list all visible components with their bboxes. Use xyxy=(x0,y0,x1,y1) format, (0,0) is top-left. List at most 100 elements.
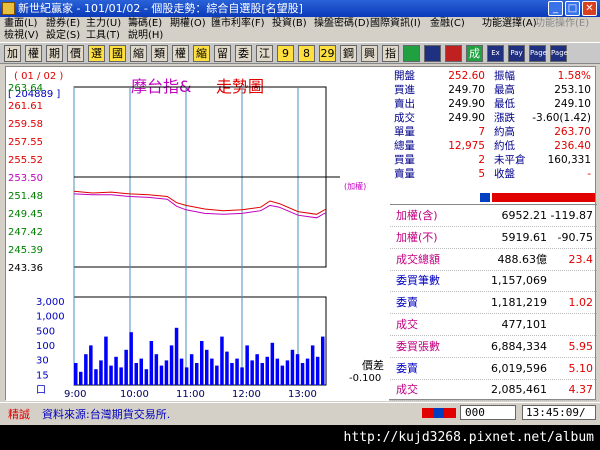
volume-bar xyxy=(270,342,275,385)
y-tick-label: 245.39 xyxy=(8,245,43,256)
volume-bar xyxy=(240,367,244,385)
volume-bar xyxy=(89,345,93,385)
window-title: 新世紀贏家 - 101/01/02 - 個股走勢：綜合自選股[名望股] xyxy=(18,2,303,15)
volume-bar xyxy=(250,360,254,385)
close-button[interactable]: ✕ xyxy=(582,1,597,16)
volume-bar xyxy=(195,363,199,385)
volume-bar xyxy=(285,360,290,385)
volume-bar xyxy=(124,349,128,385)
stat-value: 2,085,461 xyxy=(491,383,547,397)
x-tick-label: 10:00 xyxy=(120,389,149,400)
volume-bar xyxy=(225,351,229,385)
quote-value: 12,975 xyxy=(448,140,485,152)
toolbar-button[interactable] xyxy=(445,45,462,62)
clock: 13:45:09/ xyxy=(522,405,596,420)
menu-item[interactable]: 證券(E) xyxy=(46,18,80,30)
toolbar-button[interactable] xyxy=(403,45,420,62)
toolbar-button[interactable]: 江 xyxy=(256,45,273,62)
menu-item[interactable]: 檢視(V) xyxy=(4,30,39,42)
toolbar-button[interactable] xyxy=(424,45,441,62)
volume-bar xyxy=(184,367,189,385)
stat-value: 1,157,069 xyxy=(491,274,547,288)
toolbar-button[interactable]: 興 xyxy=(361,45,378,62)
stat-change: 4.37 xyxy=(568,383,594,397)
toolbar-button[interactable]: 權 xyxy=(25,45,42,62)
toolbar-button[interactable]: 權 xyxy=(172,45,189,62)
toolbar-button[interactable]: 價 xyxy=(67,45,84,62)
toolbar-button[interactable]: 鋼 xyxy=(340,45,357,62)
menu-item[interactable]: 工具(T) xyxy=(86,30,120,42)
maximize-button[interactable]: □ xyxy=(565,1,580,16)
volume-bar xyxy=(220,336,224,385)
volume-bar xyxy=(114,356,118,385)
toolbar-button[interactable]: Page xyxy=(550,45,568,62)
stat-label: 成交總額 xyxy=(396,252,440,266)
toolbar-button[interactable]: Page xyxy=(529,45,547,62)
toolbar-button[interactable]: 成 xyxy=(466,45,483,62)
toolbar-button[interactable]: 指 xyxy=(382,45,399,62)
volume-bar xyxy=(321,336,325,385)
menu-item[interactable]: 說明(H) xyxy=(128,30,163,42)
quote-label: 單量 xyxy=(394,126,415,138)
menu-item[interactable]: 設定(S) xyxy=(46,30,80,42)
quote-value: 5 xyxy=(478,168,485,180)
volume-bar xyxy=(74,363,78,385)
spread-label: 價差 xyxy=(362,358,384,372)
quote-value: 2 xyxy=(478,154,485,166)
stat-label: 成交 xyxy=(396,318,418,331)
toolbar-button[interactable]: 國 xyxy=(109,45,126,62)
menu-item[interactable]: 期權(O) xyxy=(170,18,206,30)
menu-item[interactable]: 投資(B) xyxy=(272,18,307,30)
stat-label: 成交 xyxy=(396,383,418,397)
menu-item[interactable]: 籌碼(E) xyxy=(128,18,162,30)
quote-label: 成交 xyxy=(394,112,415,124)
app-window: 新世紀贏家 - 101/01/02 - 個股走勢：綜合自選股[名望股] _ □ … xyxy=(0,0,600,450)
toolbar-button[interactable]: Pay xyxy=(508,45,525,62)
toolbar-button[interactable]: 9 xyxy=(277,45,294,62)
toolbar-button[interactable]: 8 xyxy=(298,45,315,62)
volume-tick-label: 30 xyxy=(36,356,49,367)
toolbar-button[interactable]: Ex xyxy=(487,45,504,62)
menu-item[interactable]: 匯市利率(F) xyxy=(211,18,265,30)
stat-value: 1,181,219 xyxy=(491,296,547,310)
quote-value: 252.60 xyxy=(448,70,485,82)
y-tick-label: 249.45 xyxy=(8,209,43,220)
menu-item[interactable]: 操盤密碼(D) xyxy=(314,18,370,30)
title-bar: 新世紀贏家 - 101/01/02 - 個股走勢：綜合自選股[名望股] _ □ … xyxy=(0,0,600,17)
quote-row: 買量 2 未平倉 160,331 xyxy=(390,154,597,167)
toolbar-button[interactable]: 類 xyxy=(151,45,168,62)
quote-value: -3.60(1.42) xyxy=(532,112,591,124)
quote-row: 單量 7 約高 263.70 xyxy=(390,126,597,139)
toolbar-button[interactable]: 留 xyxy=(214,45,231,62)
quote-value: 160,331 xyxy=(547,154,591,166)
volume-bar xyxy=(275,358,280,385)
menu-item[interactable]: 畫面(L) xyxy=(4,18,37,30)
volume-bar xyxy=(235,358,239,385)
volume-bar xyxy=(139,358,143,385)
volume-bar xyxy=(315,356,320,385)
toolbar-button[interactable]: 委 xyxy=(235,45,252,62)
menu-item[interactable]: 主力(U) xyxy=(86,18,121,30)
x-tick-label: 11:00 xyxy=(176,389,205,400)
volume-bar xyxy=(99,360,103,385)
menu-item[interactable]: 國際資訊(I) xyxy=(370,18,421,30)
toolbar-button[interactable]: 29 xyxy=(319,45,336,62)
stat-row: 加權(含) 6952.21 -119.87 xyxy=(390,205,597,227)
toolbar-button[interactable]: 加 xyxy=(4,45,21,62)
toolbar-button[interactable]: 期 xyxy=(46,45,63,62)
minimize-button[interactable]: _ xyxy=(548,1,563,16)
price-series-line xyxy=(73,193,327,219)
stat-value: 477,101 xyxy=(501,318,548,331)
command-input[interactable]: 000 xyxy=(460,405,516,420)
intraday-chart[interactable]: ( 01 / 02 ) [ 204889 ] 摩台指& 走勢圖 (加權) 價差 … xyxy=(6,67,389,401)
toolbar-button[interactable]: 選 xyxy=(88,45,105,62)
volume-bar xyxy=(210,358,214,385)
spread-value: -0.100 xyxy=(349,373,381,384)
menu-item[interactable]: 金融(C) xyxy=(430,18,465,30)
toolbar-button[interactable]: 縮 xyxy=(130,45,147,62)
quote-label: 振幅 xyxy=(494,70,515,82)
toolbar-button[interactable]: 縮 xyxy=(193,45,210,62)
menu-item[interactable]: 功能操作(E) xyxy=(535,18,589,30)
y-tick-label: 247.42 xyxy=(8,227,43,238)
menu-item[interactable]: 功能選擇(A) xyxy=(482,18,537,30)
